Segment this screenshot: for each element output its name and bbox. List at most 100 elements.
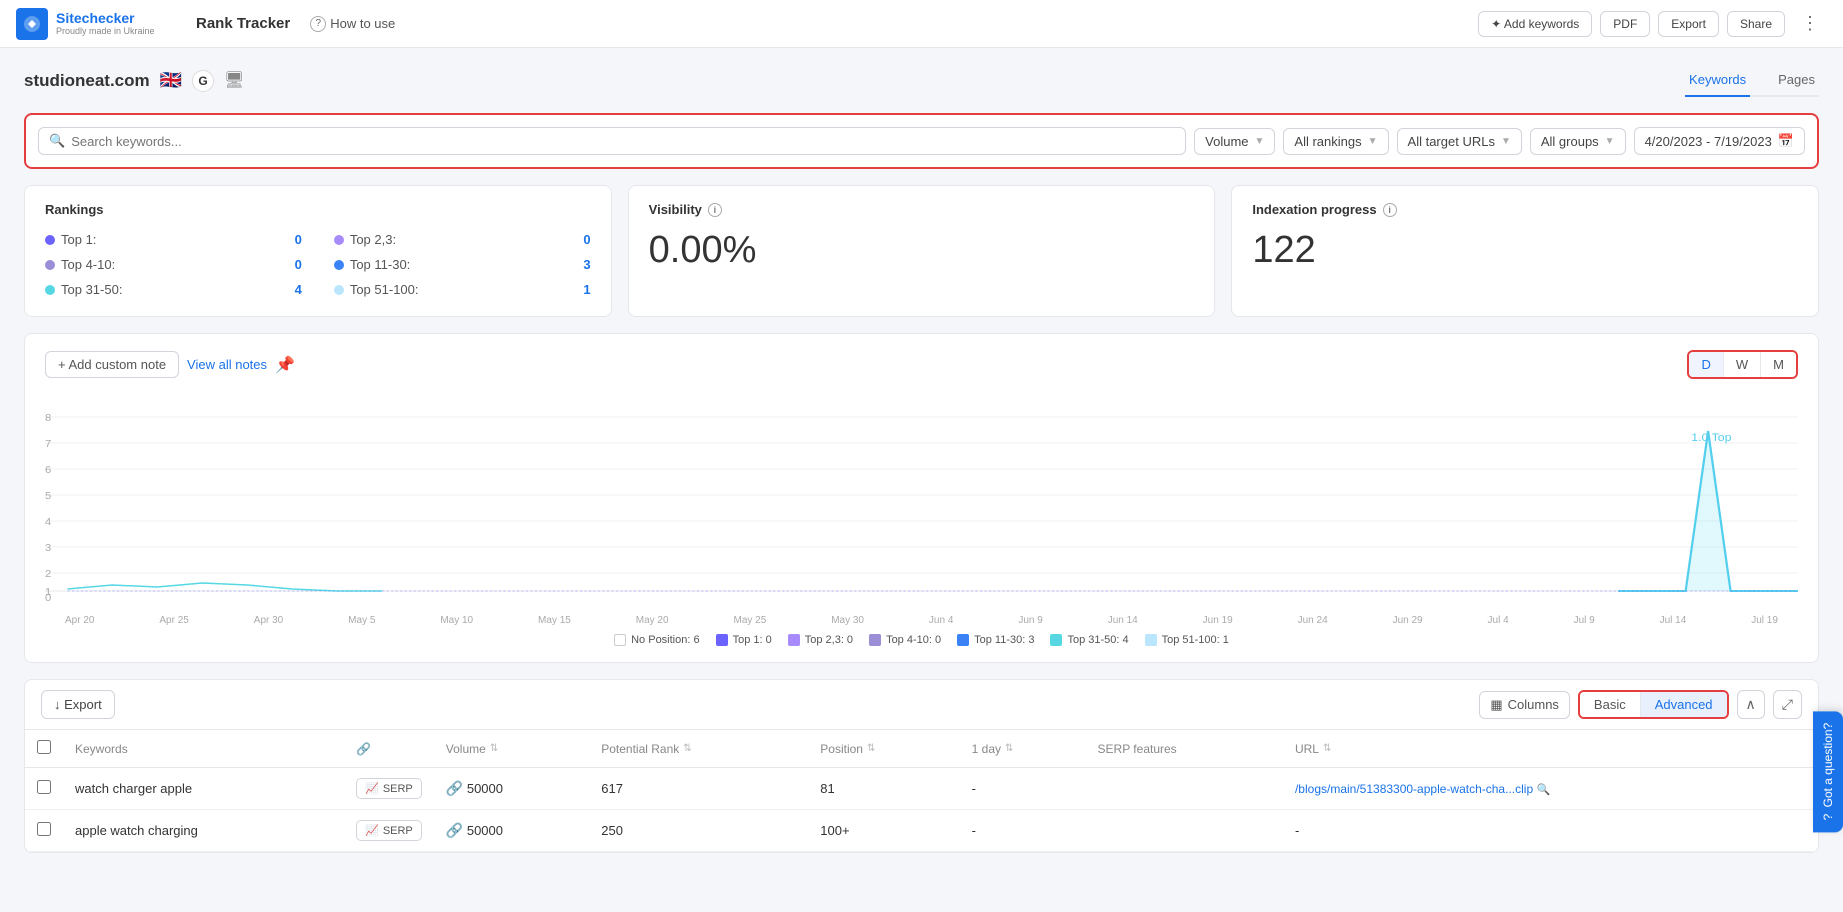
url-sort-icon[interactable]: ⇅ [1323, 743, 1331, 754]
row1-potential: 617 [601, 781, 623, 796]
potential-sort-icon[interactable]: ⇅ [683, 743, 691, 754]
th-serp-features: SERP features [1086, 730, 1283, 768]
row2-keyword-cell: apple watch charging [63, 810, 344, 852]
row2-url: - [1295, 823, 1299, 838]
rank-item-top1130: Top 11-30: 3 [334, 254, 591, 275]
row2-serp-button[interactable]: 📈 SERP [356, 820, 422, 841]
row2-checkbox[interactable] [37, 822, 51, 836]
urls-filter[interactable]: All target URLs ▼ [1397, 128, 1522, 155]
x-label-apr20: Apr 20 [65, 615, 94, 626]
table-row: watch charger apple 📈 SERP 🔗 50000 [25, 768, 1818, 810]
share-button[interactable]: Share [1727, 11, 1785, 37]
tab-keywords[interactable]: Keywords [1685, 64, 1750, 97]
legend-no-position-checkbox[interactable] [614, 634, 626, 646]
row2-serp-cell: 📈 SERP [344, 810, 434, 852]
rankings-arrow: ▼ [1368, 136, 1378, 147]
rankings-filter[interactable]: All rankings ▼ [1283, 128, 1388, 155]
row1-url-link[interactable]: /blogs/main/51383300-apple-watch-cha...c… [1295, 782, 1533, 796]
th-potential-rank[interactable]: Potential Rank ⇅ [589, 730, 808, 768]
month-button[interactable]: M [1761, 352, 1796, 377]
day-button[interactable]: D [1689, 352, 1723, 377]
legend-top51100: Top 51-100: 1 [1145, 634, 1229, 646]
chart-x-labels: Apr 20 Apr 25 Apr 30 May 5 May 10 May 15… [45, 615, 1798, 626]
visibility-title: Visibility i [649, 202, 1195, 217]
rank-item-top51100: Top 51-100: 1 [334, 279, 591, 300]
serp-label2: SERP [383, 825, 413, 837]
top3150-dot [45, 285, 55, 295]
add-keywords-button[interactable]: ✦ Add keywords [1478, 11, 1592, 37]
th-volume[interactable]: Volume ⇅ [434, 730, 589, 768]
legend-top1130-label: Top 11-30: 3 [974, 634, 1034, 646]
urls-arrow: ▼ [1501, 136, 1511, 147]
row2-1day-cell: - [960, 810, 1086, 852]
search-input[interactable] [71, 134, 1175, 149]
view-all-notes-button[interactable]: View all notes [187, 357, 267, 372]
top-navigation: Sitechecker Proudly made in Ukraine Rank… [0, 0, 1843, 48]
svg-text:1.0 Top: 1.0 Top [1691, 432, 1732, 444]
svg-text:5: 5 [45, 491, 51, 502]
legend-top23-label: Top 2,3: 0 [805, 634, 853, 646]
x-label-jun24: Jun 24 [1298, 615, 1328, 626]
1day-sort-icon[interactable]: ⇅ [1005, 743, 1013, 754]
tab-pages[interactable]: Pages [1774, 64, 1819, 97]
volume-sort-icon[interactable]: ⇅ [490, 743, 498, 754]
rankings-label: All rankings [1294, 134, 1361, 149]
chart-legend: No Position: 6 Top 1: 0 Top 2,3: 0 Top 4… [45, 634, 1798, 646]
export-button[interactable]: Export [1658, 11, 1719, 37]
x-label-may15: May 15 [538, 615, 571, 626]
row1-position: 81 [820, 781, 834, 796]
th-url-label: URL [1295, 742, 1319, 756]
columns-button[interactable]: ▦ Columns [1479, 691, 1570, 719]
rank-item-top3150: Top 31-50: 4 [45, 279, 302, 300]
logo-name: Sitechecker [56, 11, 155, 26]
legend-top23-color [788, 634, 800, 646]
svg-text:4: 4 [45, 517, 51, 528]
legend-top3150: Top 31-50: 4 [1050, 634, 1128, 646]
x-label-jul14: Jul 14 [1660, 615, 1687, 626]
volume-filter[interactable]: Volume ▼ [1194, 128, 1275, 155]
date-filter[interactable]: 4/20/2023 - 7/19/2023 📅 [1634, 127, 1805, 155]
legend-top3150-label: Top 31-50: 4 [1067, 634, 1128, 646]
x-label-jul19: Jul 19 [1751, 615, 1778, 626]
topnav-right: ✦ Add keywords PDF Export Share ⋮ [1478, 9, 1827, 38]
row2-volume-cell: 🔗 50000 [434, 810, 589, 852]
fullscreen-button[interactable]: ⤢ [1773, 690, 1802, 719]
add-custom-note-button[interactable]: + Add custom note [45, 351, 179, 378]
rank-item-top410: Top 4-10: 0 [45, 254, 302, 275]
pin-notes-button[interactable]: 📌 [275, 355, 295, 375]
row1-serp-button[interactable]: 📈 SERP [356, 778, 422, 799]
pdf-button[interactable]: PDF [1600, 11, 1650, 37]
th-position[interactable]: Position ⇅ [808, 730, 959, 768]
google-icon[interactable]: G [192, 70, 214, 92]
how-to-use-link[interactable]: ? How to use [310, 16, 395, 32]
advanced-button[interactable]: Advanced [1641, 692, 1727, 717]
basic-button[interactable]: Basic [1580, 692, 1641, 717]
select-all-checkbox[interactable] [37, 740, 51, 754]
week-button[interactable]: W [1724, 352, 1761, 377]
svg-text:2: 2 [45, 569, 51, 580]
flag-icon: 🇬🇧 [160, 70, 182, 91]
x-label-apr30: Apr 30 [254, 615, 283, 626]
link-chain-icon: 🔗 [356, 742, 371, 756]
help-button[interactable]: ? Got a question? [1813, 711, 1843, 832]
th-1day[interactable]: 1 day ⇅ [960, 730, 1086, 768]
collapse-button[interactable]: ∧ [1737, 690, 1765, 719]
x-label-jun29: Jun 29 [1393, 615, 1423, 626]
stats-row: Rankings Top 1: 0 [24, 185, 1819, 317]
row1-checkbox[interactable] [37, 780, 51, 794]
logo-text-area: Sitechecker Proudly made in Ukraine [56, 11, 155, 36]
position-sort-icon[interactable]: ⇅ [867, 743, 875, 754]
groups-filter[interactable]: All groups ▼ [1530, 128, 1626, 155]
th-url[interactable]: URL ⇅ [1283, 730, 1818, 768]
table-export-button[interactable]: ↓ Export [41, 690, 115, 719]
more-options-button[interactable]: ⋮ [1793, 9, 1827, 38]
legend-top1130-color [957, 634, 969, 646]
legend-top1: Top 1: 0 [716, 634, 772, 646]
chart-card: + Add custom note View all notes 📌 D W M [24, 333, 1819, 663]
legend-top1-label: Top 1: 0 [733, 634, 772, 646]
site-info: studioneat.com 🇬🇧 G 🖥 [24, 70, 246, 92]
x-label-may20: May 20 [636, 615, 669, 626]
visibility-value: 0.00% [649, 229, 1195, 272]
th-potential-label: Potential Rank [601, 742, 679, 756]
legend-top3150-color [1050, 634, 1062, 646]
